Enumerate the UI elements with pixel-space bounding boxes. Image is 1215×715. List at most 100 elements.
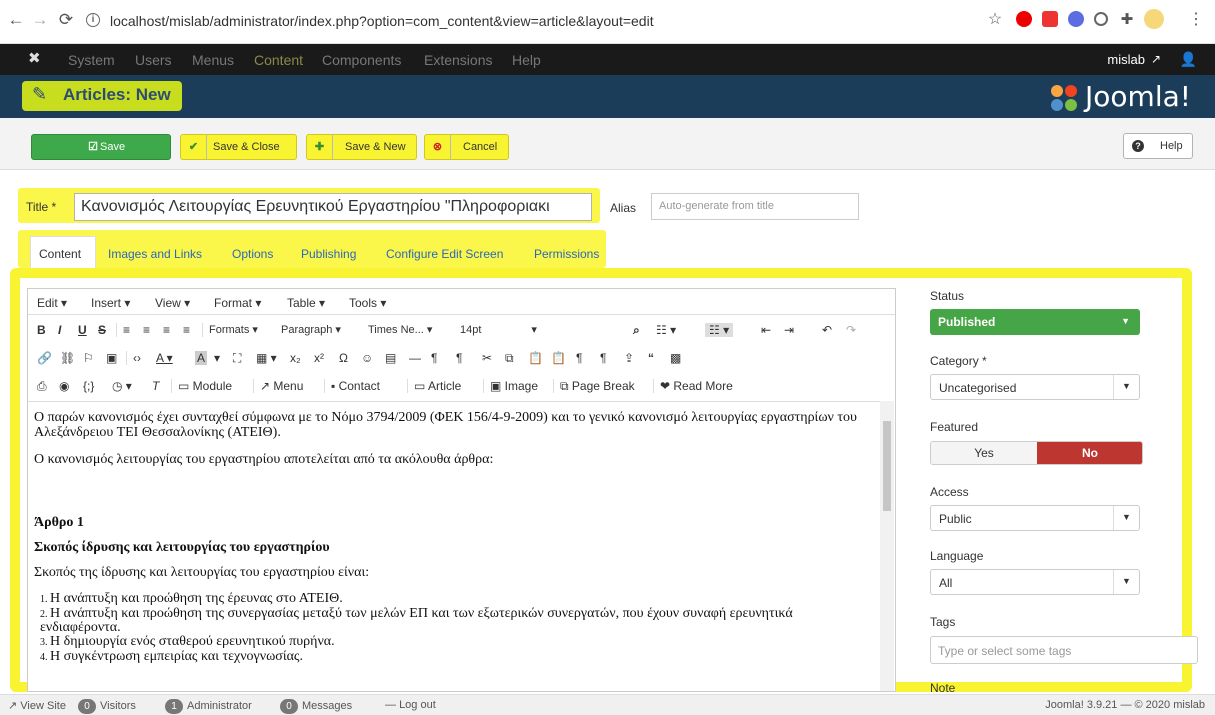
editor-menu-insert[interactable]: Insert ▾ bbox=[91, 296, 130, 310]
star-icon[interactable]: ☆ bbox=[985, 10, 1005, 30]
logout-link[interactable]: — Log out bbox=[385, 699, 436, 711]
find-replace-icon[interactable]: ⌕ bbox=[633, 323, 640, 338]
cancel-button[interactable]: ⊗ Cancel bbox=[424, 134, 509, 160]
kebab-menu-icon[interactable]: ⋮ bbox=[1186, 10, 1206, 30]
anchor-icon[interactable]: ⚐ bbox=[83, 351, 94, 365]
paragraph-dropdown[interactable]: Paragraph ▾ bbox=[281, 323, 341, 336]
editor-menu-table[interactable]: Table ▾ bbox=[287, 296, 325, 310]
strikethrough-icon[interactable]: S bbox=[98, 323, 106, 337]
redo-icon[interactable]: ↷ bbox=[846, 323, 856, 337]
editor-menu-edit[interactable]: Edit ▾ bbox=[37, 296, 67, 310]
preview-icon[interactable]: ◉ bbox=[59, 379, 69, 393]
save-new-button[interactable]: ✚ Save & New bbox=[306, 134, 417, 160]
info-icon[interactable]: i bbox=[86, 13, 100, 27]
help-button[interactable]: ? Help bbox=[1123, 133, 1193, 159]
admin-link[interactable]: 1 Administrator bbox=[165, 699, 252, 714]
forward-icon[interactable]: → bbox=[30, 10, 50, 30]
opera-icon[interactable] bbox=[1016, 11, 1032, 27]
user-icon[interactable]: 👤 bbox=[1180, 51, 1197, 68]
contact-button[interactable]: ▪ Contact bbox=[331, 379, 380, 393]
menu-system[interactable]: System bbox=[68, 52, 115, 68]
menu-menus[interactable]: Menus bbox=[192, 52, 234, 68]
user-link[interactable]: mislab bbox=[1107, 52, 1145, 67]
bgcolor-caret-icon[interactable]: ▾ bbox=[214, 351, 220, 365]
language-select[interactable]: All ▼ bbox=[930, 569, 1140, 595]
tab-content[interactable]: Content bbox=[39, 247, 81, 261]
extension-icon[interactable] bbox=[1094, 12, 1108, 26]
page-break-button[interactable]: ⧉ Page Break bbox=[560, 379, 635, 394]
save-button[interactable]: ☑ Save bbox=[31, 134, 171, 160]
cut-icon[interactable]: ✂ bbox=[482, 351, 492, 365]
tab-images-links[interactable]: Images and Links bbox=[108, 247, 202, 261]
read-more-button[interactable]: ❤ Read More bbox=[660, 379, 733, 393]
align-justify-icon[interactable]: ≡ bbox=[183, 323, 190, 337]
link-icon[interactable]: 🔗 bbox=[37, 351, 52, 365]
insert-datetime-icon[interactable]: ◷ ▾ bbox=[112, 379, 132, 393]
undo-icon[interactable]: ↶ bbox=[822, 323, 832, 337]
align-left-icon[interactable]: ≡ bbox=[123, 323, 130, 337]
copy-icon[interactable]: ⧉ bbox=[505, 351, 514, 366]
paste-text-icon[interactable]: 📋 bbox=[551, 351, 566, 365]
tab-publishing[interactable]: Publishing bbox=[301, 247, 356, 261]
unlink-icon[interactable]: ⛓ bbox=[60, 351, 75, 365]
menu-content[interactable]: Content bbox=[254, 52, 303, 68]
avatar[interactable] bbox=[1144, 9, 1164, 29]
image-button[interactable]: ▣ Image bbox=[490, 379, 538, 393]
external-link-icon[interactable]: ↗ bbox=[1151, 52, 1161, 66]
menu-components[interactable]: Components bbox=[322, 52, 401, 68]
editor-menu-tools[interactable]: Tools ▾ bbox=[349, 296, 386, 310]
paste-icon[interactable]: 📋 bbox=[528, 351, 543, 365]
horizontal-rule-icon[interactable]: — bbox=[409, 351, 421, 365]
menu-button[interactable]: ↗ Menu bbox=[260, 379, 303, 393]
view-site-link[interactable]: ↗ View Site bbox=[8, 699, 66, 712]
visitors-link[interactable]: 0 Visitors bbox=[78, 699, 136, 714]
background-color-icon[interactable]: A bbox=[195, 351, 208, 365]
size-dropdown[interactable]: 14pt ▾ bbox=[460, 323, 537, 336]
blockquote-icon[interactable]: “ bbox=[648, 351, 654, 365]
article-button[interactable]: ▭ Article bbox=[414, 379, 461, 393]
menu-extensions[interactable]: Extensions bbox=[424, 52, 492, 68]
rtl-icon[interactable]: ¶ bbox=[456, 351, 462, 365]
superscript-icon[interactable]: x² bbox=[314, 351, 324, 365]
tab-configure-edit-screen[interactable]: Configure Edit Screen bbox=[386, 247, 503, 261]
print-icon[interactable]: ⎙ bbox=[37, 379, 47, 394]
template-icon[interactable]: ▩ bbox=[670, 351, 681, 365]
numbered-list-icon[interactable]: ☷ ▾ bbox=[705, 323, 734, 337]
outdent-icon[interactable]: ⇤ bbox=[761, 323, 771, 337]
indent-icon[interactable]: ⇥ bbox=[784, 323, 794, 337]
editor-content[interactable]: Ο παρών κανονισμός έχει συνταχθεί σύμφων… bbox=[28, 401, 880, 691]
visual-chars-icon[interactable]: ¶ bbox=[600, 351, 606, 365]
alias-input[interactable]: Auto-generate from title bbox=[651, 193, 859, 220]
url-bar[interactable]: localhost/mislab/administrator/index.php… bbox=[110, 13, 654, 29]
joomla-icon[interactable]: ✖ bbox=[28, 51, 44, 67]
underline-icon[interactable]: U bbox=[78, 323, 87, 337]
source-code-icon[interactable]: {;} bbox=[83, 379, 94, 393]
align-right-icon[interactable]: ≡ bbox=[163, 323, 170, 337]
subscript-icon[interactable]: x₂ bbox=[290, 351, 301, 365]
special-char-icon[interactable]: Ω bbox=[339, 351, 348, 365]
back-icon[interactable]: ← bbox=[6, 10, 26, 30]
align-center-icon[interactable]: ≡ bbox=[143, 323, 150, 337]
extension-icon[interactable] bbox=[1068, 11, 1084, 27]
tab-permissions[interactable]: Permissions bbox=[534, 247, 599, 261]
table-icon[interactable]: ▦ ▾ bbox=[256, 351, 277, 365]
extension-icon[interactable] bbox=[1042, 11, 1058, 27]
emoticons-icon[interactable]: ☺ bbox=[361, 351, 373, 365]
code-icon[interactable]: ‹› bbox=[133, 351, 141, 365]
status-select[interactable]: Published ▼ bbox=[930, 309, 1140, 335]
visual-blocks-icon[interactable]: ¶ bbox=[576, 351, 582, 365]
italic-icon[interactable]: I bbox=[58, 323, 61, 337]
category-select[interactable]: Uncategorised ▼ bbox=[930, 374, 1140, 400]
fullscreen-icon[interactable]: ⛶ bbox=[233, 351, 241, 366]
reload-icon[interactable]: ⟳ bbox=[56, 10, 76, 30]
tags-input[interactable]: Type or select some tags bbox=[930, 636, 1198, 664]
featured-yes-button[interactable]: Yes bbox=[931, 442, 1037, 464]
module-button[interactable]: ▭ Module bbox=[178, 379, 232, 393]
bullet-list-icon[interactable]: ☷ ▾ bbox=[656, 323, 676, 337]
menu-users[interactable]: Users bbox=[135, 52, 172, 68]
puzzle-icon[interactable]: ✚ bbox=[1117, 10, 1137, 30]
featured-no-button[interactable]: No bbox=[1037, 442, 1142, 464]
scrollbar-thumb[interactable] bbox=[883, 421, 891, 511]
messages-link[interactable]: 0 Messages bbox=[280, 699, 352, 714]
text-color-icon[interactable]: A ▾ bbox=[156, 351, 173, 365]
